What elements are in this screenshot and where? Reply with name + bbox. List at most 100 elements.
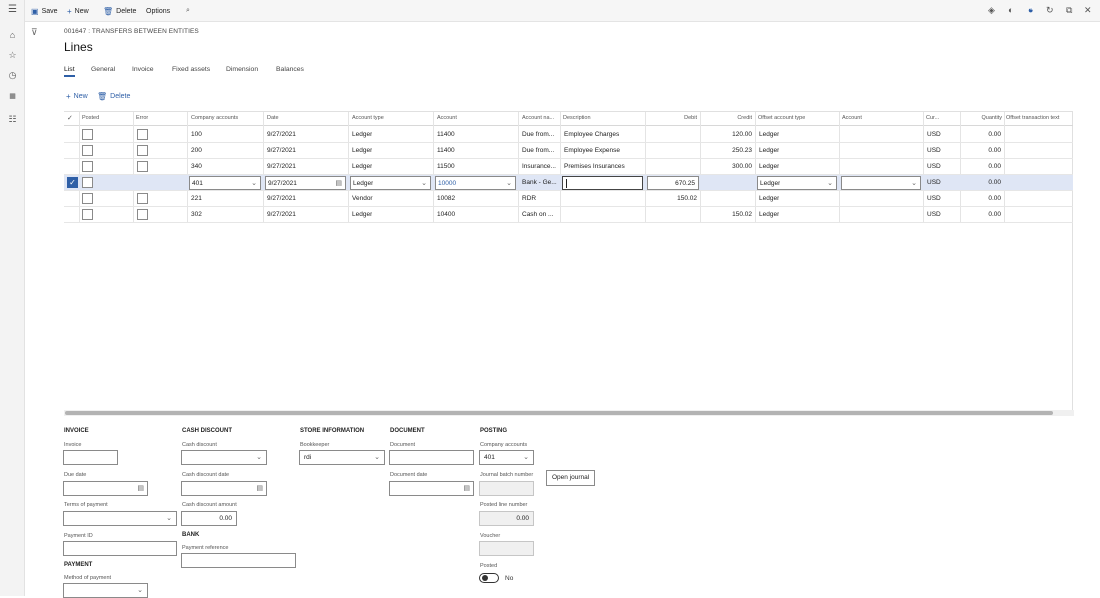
account-name-cell[interactable]: Due from...	[522, 147, 559, 154]
date-cell[interactable]: 9/27/2021	[267, 163, 296, 170]
offset-type-cell[interactable]: Ledger	[759, 195, 779, 202]
account-cell[interactable]: 10400	[437, 211, 455, 218]
company-cell[interactable]: 340	[191, 163, 202, 170]
quantity-cell[interactable]: 0.00	[964, 131, 1001, 138]
table-row[interactable]: 340 9/27/2021 Ledger 11500 Insurance... …	[64, 159, 1073, 175]
workspace-icon[interactable]: ▦	[0, 92, 25, 100]
column-header[interactable]: Date	[267, 115, 279, 121]
row-selected-checkmark-icon[interactable]: ✓	[67, 177, 78, 188]
posted-toggle[interactable]	[479, 573, 499, 583]
error-checkbox[interactable]	[137, 161, 148, 172]
date-cell[interactable]: 9/27/2021	[267, 211, 296, 218]
credit-cell[interactable]: 150.02	[704, 211, 752, 218]
search-icon[interactable]: ⌕	[186, 5, 190, 17]
tab-list[interactable]: List	[64, 66, 75, 77]
account-type-cell[interactable]: Ledger	[352, 147, 372, 154]
calendar-icon[interactable]: ▤	[137, 484, 144, 492]
quantity-cell[interactable]: 0.00	[964, 195, 1001, 202]
column-header[interactable]: Credit	[704, 115, 752, 121]
grid-new-button[interactable]: + New	[66, 92, 88, 101]
filter-icon[interactable]: ⊽	[31, 27, 38, 38]
description-cell[interactable]: Premises Insurances	[564, 163, 644, 170]
tab-fixed-assets[interactable]: Fixed assets	[172, 66, 210, 73]
calendar-icon[interactable]: ▤	[256, 484, 263, 492]
currency-cell[interactable]: USD	[927, 163, 941, 170]
account-type-cell[interactable]: Ledger	[352, 211, 372, 218]
table-row[interactable]: 221 9/27/2021 Vendor 10082 RDR 150.02 Le…	[64, 191, 1073, 207]
column-header[interactable]: Account na...	[522, 115, 558, 121]
office-icon[interactable]: ◐	[1008, 5, 1013, 15]
calendar-icon[interactable]: ▤	[463, 484, 470, 492]
column-header[interactable]: Posted	[82, 115, 99, 121]
posted-checkbox[interactable]	[82, 145, 93, 156]
account-name-cell[interactable]: Insurance...	[522, 163, 559, 170]
terms-of-payment-select[interactable]: ⌄	[63, 511, 177, 526]
column-header[interactable]: Offset transaction text	[1006, 115, 1072, 121]
tab-dimension[interactable]: Dimension	[226, 66, 258, 73]
delete-button[interactable]: 🗑 Delete	[103, 5, 136, 17]
close-icon[interactable]: ✕	[1084, 5, 1092, 16]
column-header[interactable]: Account type	[352, 115, 384, 121]
home-icon[interactable]: ⌂	[0, 30, 25, 40]
table-row[interactable]: 200 9/27/2021 Ledger 11400 Due from... E…	[64, 143, 1073, 159]
account-type-cell[interactable]: Vendor	[352, 195, 373, 202]
tab-general[interactable]: General	[91, 66, 115, 73]
column-header[interactable]: Quantity	[964, 115, 1002, 121]
open-new-window-icon[interactable]: ⧉	[1066, 5, 1072, 16]
posted-checkbox[interactable]	[82, 161, 93, 172]
error-checkbox[interactable]	[137, 145, 148, 156]
currency-cell[interactable]: USD	[927, 211, 941, 218]
company-accounts-select[interactable]: 401 ⌄	[479, 450, 534, 465]
diamond-icon[interactable]: ◈	[988, 5, 995, 16]
table-row[interactable]: 100 9/27/2021 Ledger 11400 Due from... E…	[64, 127, 1073, 143]
credit-cell[interactable]: 250.23	[704, 147, 752, 154]
offset-type-cell[interactable]: Ledger	[759, 131, 779, 138]
notification-icon[interactable]: ● 6	[1028, 5, 1033, 15]
company-cell[interactable]: 100	[191, 131, 202, 138]
due-date-input[interactable]: ▤	[63, 481, 148, 496]
column-header[interactable]: Account	[437, 115, 457, 121]
offset-type-cell[interactable]: Ledger	[759, 211, 779, 218]
credit-cell[interactable]: 120.00	[704, 131, 752, 138]
list-icon[interactable]: ☷	[0, 114, 25, 125]
account-name-cell[interactable]: Cash on ...	[522, 211, 559, 218]
star-icon[interactable]: ☆	[0, 50, 25, 61]
account-type-cell[interactable]: Ledger	[352, 131, 372, 138]
column-header[interactable]: Error	[136, 115, 148, 121]
invoice-input[interactable]	[63, 450, 118, 465]
debit-input[interactable]: 670.25	[647, 176, 699, 190]
description-input[interactable]	[562, 176, 643, 190]
company-combobox[interactable]: 401 ⌄	[189, 176, 261, 190]
company-cell[interactable]: 200	[191, 147, 202, 154]
offset-account-combobox[interactable]: ⌄	[841, 176, 921, 190]
table-row[interactable]: 302 9/27/2021 Ledger 10400 Cash on ... 1…	[64, 207, 1073, 223]
quantity-cell[interactable]: 0.00	[964, 179, 1001, 186]
clock-icon[interactable]: ◷	[0, 70, 25, 81]
document-input[interactable]	[389, 450, 474, 465]
company-cell[interactable]: 221	[191, 195, 202, 202]
account-cell[interactable]: 10082	[437, 195, 455, 202]
currency-cell[interactable]: USD	[927, 147, 941, 154]
account-name-cell[interactable]: RDR	[522, 195, 559, 202]
credit-cell[interactable]: 300.00	[704, 163, 752, 170]
tab-invoice[interactable]: Invoice	[132, 66, 154, 73]
options-button[interactable]: Options	[146, 5, 170, 17]
column-header[interactable]: Cur...	[926, 115, 952, 121]
posted-checkbox[interactable]	[82, 193, 93, 204]
cash-discount-date-input[interactable]: ▤	[181, 481, 267, 496]
cash-discount-amount-input[interactable]: 0.00	[181, 511, 237, 526]
payment-id-input[interactable]	[63, 541, 177, 556]
open-journal-button[interactable]: Open journal	[546, 470, 596, 486]
save-button[interactable]: ▣ Save	[31, 5, 58, 17]
date-cell[interactable]: 9/27/2021	[267, 131, 296, 138]
document-date-input[interactable]: ▤	[389, 481, 474, 496]
table-row-selected[interactable]: ✓ 401 ⌄ 9/27/2021 ▤ Ledger ⌄ 10000 ⌄ Ban…	[64, 175, 1073, 191]
cash-discount-select[interactable]: ⌄	[181, 450, 267, 465]
hamburger-icon[interactable]: ☰	[0, 4, 25, 15]
grid-delete-button[interactable]: 🗑 Delete	[97, 92, 130, 101]
error-checkbox[interactable]	[137, 209, 148, 220]
date-cell[interactable]: 9/27/2021	[267, 147, 296, 154]
column-header[interactable]: Offset account type	[758, 115, 805, 121]
company-cell[interactable]: 302	[191, 211, 202, 218]
column-header[interactable]: Description	[563, 115, 591, 121]
